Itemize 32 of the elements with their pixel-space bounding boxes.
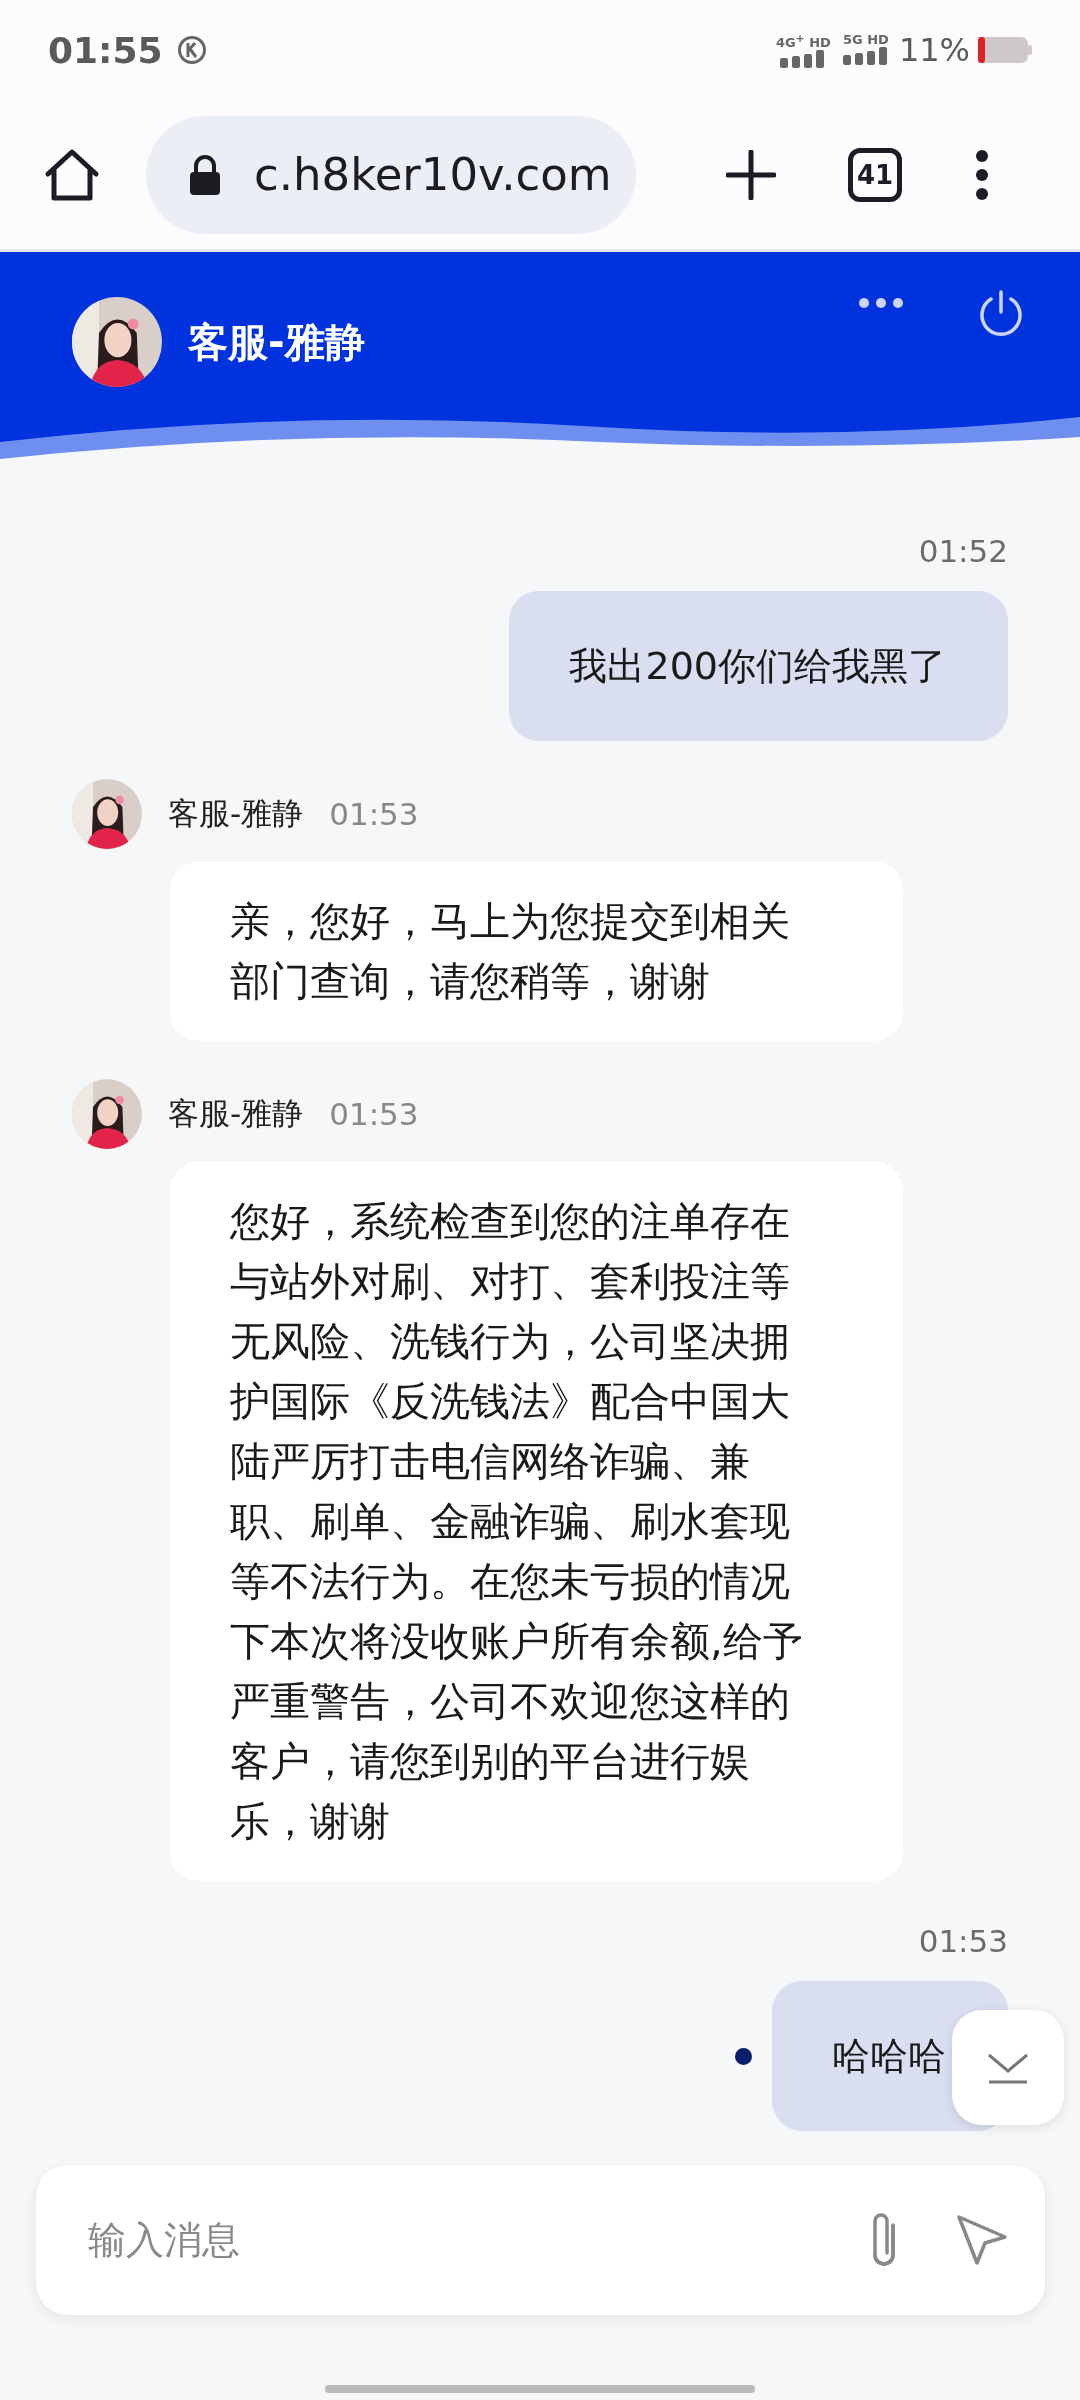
clock-time: 01:55 [48,29,163,71]
sent-message: 我出200你们给我黑了 [509,591,1008,741]
message-time: 01:53 [917,1922,1009,1961]
plus-icon [726,149,776,200]
battery-percent: 11% [898,31,970,69]
message-text: 您好，系统检查到您的注单存在与站外对刷、对打、套利投注等无风险、洗钱行为，公司坚决拥护国际《反洗钱法》配合中国大陆严厉打击电信网络诈骗、兼职、刷单、金融诈骗、刷水套现等不法行为。在您未亏损的情况下本次将没收账户所有余额,给予严重警告，公司不欢迎您这样的客户，请您到别的平台进行娱乐，谢谢 [230,1197,804,1846]
send-icon [955,2213,1009,2267]
lock-icon [188,154,222,195]
message-time: 01:52 [917,532,1009,571]
menu-button[interactable] [974,148,990,201]
address-bar[interactable]: c.h8ker10v.com [146,115,636,234]
menu-icon [974,148,990,201]
send-button[interactable] [955,2213,1009,2267]
battery-icon [978,37,1032,63]
new-tab-button[interactable] [726,149,776,200]
network-label: 5G HD [842,31,889,47]
more-icon [858,297,904,309]
tab-switcher-button[interactable]: 41 [848,147,902,202]
agent-name: 客服-雅静 [188,317,365,367]
message-text: 亲，您好，马上为您提交到相关部门查询，请您稍等，谢谢 [230,897,791,1006]
sender-name: 客服-雅静 [168,1094,304,1133]
url-text: c.h8ker10v.com [254,148,612,201]
network-label: 4G$^{+}$ HD [775,31,831,51]
power-button[interactable] [977,289,1025,337]
message-time: 01:53 [329,1096,419,1132]
more-button[interactable] [858,297,904,309]
k-circle-icon [176,35,207,65]
home-icon [44,147,100,202]
message-time: 01:53 [329,796,419,832]
power-icon [977,289,1025,337]
home-button[interactable] [44,147,100,202]
sender-name: 客服-雅静 [168,794,304,833]
